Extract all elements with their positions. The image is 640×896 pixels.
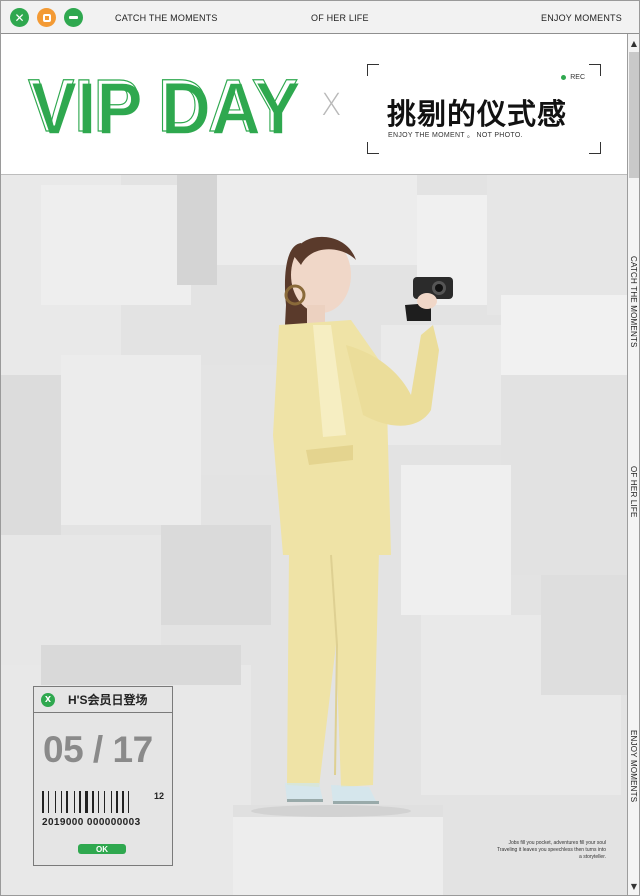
vertical-scrollbar[interactable]: ▲ CATCH THE MOMENTS OF HER LIFE ENJOY MO… [627, 34, 639, 895]
barcode-bar [116, 791, 118, 813]
barcode-bar [85, 791, 88, 813]
scroll-down-icon[interactable]: ▼ [628, 879, 639, 893]
barcode-bar [104, 791, 105, 813]
titlebar-text-right: ENJOY MOMENTS [541, 13, 622, 23]
ticket-number: 12 [154, 791, 165, 801]
frame-corner-bottom-right [589, 142, 601, 154]
hero-photo: X H'S会员日登场 05 / 17 12 2019000 000000003 … [1, 175, 627, 895]
frame-corner-top-right [589, 64, 601, 76]
rec-dot-icon [561, 75, 567, 80]
ok-button[interactable]: OK [78, 844, 126, 854]
barcode-bar [55, 791, 56, 813]
barcode-bar [48, 791, 49, 813]
close-button[interactable]: ✕ [10, 8, 29, 27]
chinese-title: 挑剔的仪式感 [387, 99, 568, 131]
scroll-up-icon[interactable]: ▲ [628, 36, 639, 50]
barcode-bar [122, 791, 124, 813]
minimize-button[interactable] [64, 8, 83, 27]
title-bar: ✕ CATCH THE MOMENTS OF HER LIFE ENJOY MO… [1, 1, 639, 34]
ticket-date: 05 / 17 [43, 729, 153, 770]
photo-caption: Jobs fill you pocket, adventures fill yo… [496, 840, 606, 860]
barcode-bar [66, 791, 68, 813]
barcode-bar [111, 791, 112, 813]
barcode-bar [128, 791, 129, 813]
barcode-bar [42, 791, 44, 813]
vip-day-logo: VIP DAY VIP DAY [27, 64, 301, 146]
ticket-header: X H'S会员日登场 [34, 687, 172, 713]
ticket-x-icon: X [41, 692, 55, 707]
side-text-catch: CATCH THE MOMENTS [629, 256, 638, 348]
maximize-icon [42, 13, 51, 22]
ticket-title: H'S会员日登场 [68, 693, 148, 707]
barcode-bar [74, 791, 75, 813]
barcode-bar [61, 791, 62, 813]
minimize-icon [69, 16, 78, 19]
titlebar-text-left: CATCH THE MOMENTS [115, 13, 218, 23]
barcode-bar [92, 791, 94, 813]
frame-subtitle: ENJOY THE MOMENT 。 NOT PHOTO. [388, 132, 523, 139]
maximize-button[interactable] [37, 8, 56, 27]
close-icon: ✕ [14, 10, 25, 25]
app-window: ✕ CATCH THE MOMENTS OF HER LIFE ENJOY MO… [0, 0, 640, 896]
rec-indicator: REC [561, 74, 585, 81]
ticket-code: 2019000 000000003 [42, 817, 141, 828]
member-ticket-card: X H'S会员日登场 05 / 17 12 2019000 000000003 … [33, 686, 173, 866]
viewfinder-frame: REC 挑剔的仪式感 ENJOY THE MOMENT 。 NOT PHOTO. [367, 64, 601, 154]
frame-corner-bottom-left [367, 142, 379, 154]
titlebar-text-center: OF HER LIFE [311, 13, 369, 23]
barcode-icon [42, 791, 129, 813]
scrollbar-thumb[interactable] [629, 52, 639, 178]
vip-day-outline: VIP DAY [28, 64, 298, 146]
ticket-badge-label: X [44, 695, 52, 704]
side-text-enjoy: ENJOY MOMENTS [629, 730, 638, 803]
frame-corner-top-left [367, 64, 379, 76]
rec-label: REC [570, 74, 585, 81]
barcode-bar [79, 791, 81, 813]
header-banner: VIP DAY VIP DAY X REC 挑剔的仪式感 ENJOY THE M… [1, 34, 627, 175]
side-text-her-life: OF HER LIFE [629, 466, 638, 518]
barcode-bar [98, 791, 99, 813]
cross-symbol: X [321, 88, 342, 123]
